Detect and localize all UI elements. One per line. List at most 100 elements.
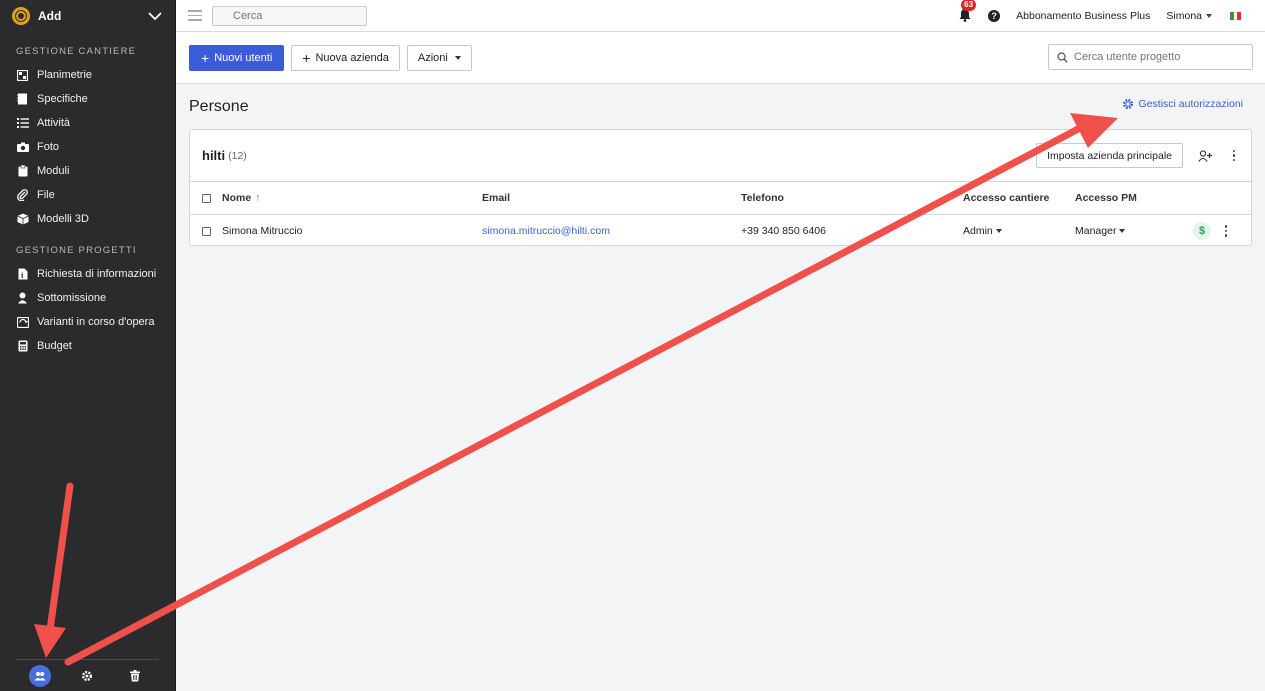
pm-access-dropdown[interactable]: Manager bbox=[1075, 225, 1125, 237]
row-name: Simona Mitruccio bbox=[222, 225, 303, 237]
specs-icon bbox=[16, 93, 29, 106]
table-header: Nome ↑ Email Telefono Accesso cantiere Ac… bbox=[190, 182, 1251, 215]
actions-dropdown[interactable]: Azioni bbox=[406, 44, 472, 71]
sidebar: Add GESTIONE CANTIERE Planimetrie Specif… bbox=[0, 0, 176, 691]
column-phone: Telefono bbox=[741, 192, 784, 204]
global-search-input[interactable] bbox=[233, 9, 375, 22]
billing-dollar-icon[interactable]: $ bbox=[1193, 222, 1211, 240]
action-bar: + Nuovi utenti + Nuova azienda Azioni bbox=[176, 32, 1265, 84]
column-name[interactable]: Nome ↑ bbox=[222, 192, 482, 204]
trash-icon bbox=[130, 669, 141, 681]
sidebar-item-label: Richiesta di informazioni bbox=[37, 268, 157, 280]
paperclip-icon bbox=[16, 189, 29, 202]
sidebar-item-label: Budget bbox=[37, 340, 72, 352]
page-title: Persone bbox=[189, 98, 249, 115]
search-icon bbox=[1057, 51, 1068, 63]
new-company-button[interactable]: + Nuova azienda bbox=[291, 44, 400, 71]
rfi-icon: i bbox=[16, 268, 29, 281]
project-switcher[interactable]: Add bbox=[0, 0, 175, 32]
sidebar-item-specifiche[interactable]: Specifiche bbox=[0, 87, 175, 111]
camera-icon bbox=[16, 141, 29, 154]
sidebar-item-label: Modelli 3D bbox=[37, 213, 89, 225]
add-person-icon[interactable] bbox=[1195, 149, 1215, 162]
row-phone: +39 340 850 6406 bbox=[741, 225, 826, 237]
sidebar-item-varianti[interactable]: Varianti in corso d'opera bbox=[0, 310, 175, 334]
tasks-icon bbox=[16, 117, 29, 130]
top-bar-right: 63 ? Abbonamento Business Plus Simona bbox=[958, 0, 1265, 31]
sidebar-item-rfi[interactable]: i Richiesta di informazioni bbox=[0, 262, 175, 286]
column-name-label: Nome bbox=[222, 192, 252, 204]
submittal-icon bbox=[16, 292, 29, 305]
column-site-access: Accesso cantiere bbox=[963, 192, 1050, 204]
menu-icon[interactable] bbox=[188, 10, 202, 21]
sidebar-item-foto[interactable]: Foto bbox=[0, 135, 175, 159]
plus-icon: + bbox=[201, 49, 210, 66]
row-more-options-icon[interactable] bbox=[1217, 225, 1235, 237]
calculator-icon bbox=[16, 340, 29, 353]
new-users-label: Nuovi utenti bbox=[214, 51, 273, 64]
manage-permissions-link[interactable]: Gestisci autorizzazioni bbox=[1122, 98, 1243, 110]
new-users-button[interactable]: + Nuovi utenti bbox=[189, 44, 285, 71]
clipboard-icon bbox=[16, 165, 29, 178]
global-search[interactable] bbox=[212, 5, 375, 26]
people-icon bbox=[34, 671, 46, 680]
section-title-projects: GESTIONE PROGETTI bbox=[16, 245, 137, 256]
sidebar-footer bbox=[16, 659, 159, 691]
manage-permissions-label: Gestisci autorizzazioni bbox=[1138, 98, 1243, 110]
change-order-icon bbox=[16, 316, 29, 329]
top-bar: 63 ? Abbonamento Business Plus Simona bbox=[176, 0, 1265, 32]
sidebar-item-label: Sottomissione bbox=[37, 292, 107, 304]
sidebar-item-label: Planimetrie bbox=[37, 69, 93, 81]
svg-text:i: i bbox=[21, 272, 23, 280]
select-all-checkbox[interactable] bbox=[202, 193, 211, 203]
company-name: hilti bbox=[202, 148, 226, 163]
company-card: hilti (12) Imposta azienda principale No… bbox=[189, 129, 1252, 246]
sidebar-item-label: Specifiche bbox=[37, 93, 88, 105]
sidebar-item-label: Foto bbox=[37, 141, 60, 153]
company-card-header: hilti (12) Imposta azienda principale bbox=[190, 130, 1251, 182]
sidebar-item-moduli[interactable]: Moduli bbox=[0, 159, 175, 183]
sidebar-item-modelli-3d[interactable]: Modelli 3D bbox=[0, 207, 175, 231]
column-email: Email bbox=[482, 192, 511, 204]
italy-flag-icon[interactable] bbox=[1230, 11, 1242, 20]
caret-down-icon bbox=[454, 55, 461, 60]
help-icon[interactable]: ? bbox=[988, 9, 1001, 22]
new-company-label: Nuova azienda bbox=[315, 51, 389, 64]
subscription-link[interactable]: Abbonamento Business Plus bbox=[1016, 10, 1150, 22]
project-user-search-input[interactable] bbox=[1074, 51, 1244, 63]
sidebar-item-label: Varianti in corso d'opera bbox=[37, 316, 155, 328]
project-logo-icon bbox=[12, 7, 30, 25]
sidebar-item-sottomissione[interactable]: Sottomissione bbox=[0, 286, 175, 310]
sidebar-item-planimetrie[interactable]: Planimetrie bbox=[0, 63, 175, 87]
notification-count-badge: 63 bbox=[961, 0, 977, 11]
cube-icon bbox=[16, 213, 29, 226]
set-main-company-button[interactable]: Imposta azienda principale bbox=[1036, 143, 1183, 168]
member-count: (12) bbox=[228, 149, 247, 162]
sidebar-item-attivita[interactable]: Attività bbox=[0, 111, 175, 135]
actions-label: Azioni bbox=[417, 51, 448, 64]
trash-button[interactable] bbox=[124, 665, 146, 687]
sidebar-item-budget[interactable]: Budget bbox=[0, 334, 175, 358]
plus-icon: + bbox=[302, 49, 311, 66]
sidebar-item-file[interactable]: File bbox=[0, 183, 175, 207]
row-email-link[interactable]: simona.mitruccio@hilti.com bbox=[482, 225, 610, 237]
chevron-down-icon[interactable] bbox=[147, 8, 163, 24]
section-title-site: GESTIONE CANTIERE bbox=[16, 46, 137, 57]
settings-button[interactable] bbox=[76, 665, 98, 687]
user-menu[interactable]: Simona bbox=[1166, 10, 1212, 22]
sidebar-item-label: File bbox=[37, 189, 55, 201]
people-button[interactable] bbox=[28, 664, 51, 687]
column-pm-access: Accesso PM bbox=[1075, 192, 1137, 204]
project-name: Add bbox=[38, 9, 62, 23]
more-options-icon[interactable] bbox=[1225, 149, 1243, 162]
sidebar-item-label: Moduli bbox=[37, 165, 70, 177]
gear-icon bbox=[82, 670, 93, 681]
row-checkbox[interactable] bbox=[202, 226, 211, 236]
gear-icon bbox=[1122, 98, 1134, 110]
site-access-dropdown[interactable]: Admin bbox=[963, 225, 1002, 237]
project-user-search[interactable] bbox=[1048, 44, 1253, 70]
floorplan-icon bbox=[16, 69, 29, 82]
sort-arrow-up-icon[interactable]: ↑ bbox=[255, 192, 260, 204]
table-row[interactable]: Simona Mitruccio simona.mitruccio@hilti.… bbox=[190, 215, 1251, 247]
notifications-button[interactable]: 63 bbox=[958, 0, 977, 24]
